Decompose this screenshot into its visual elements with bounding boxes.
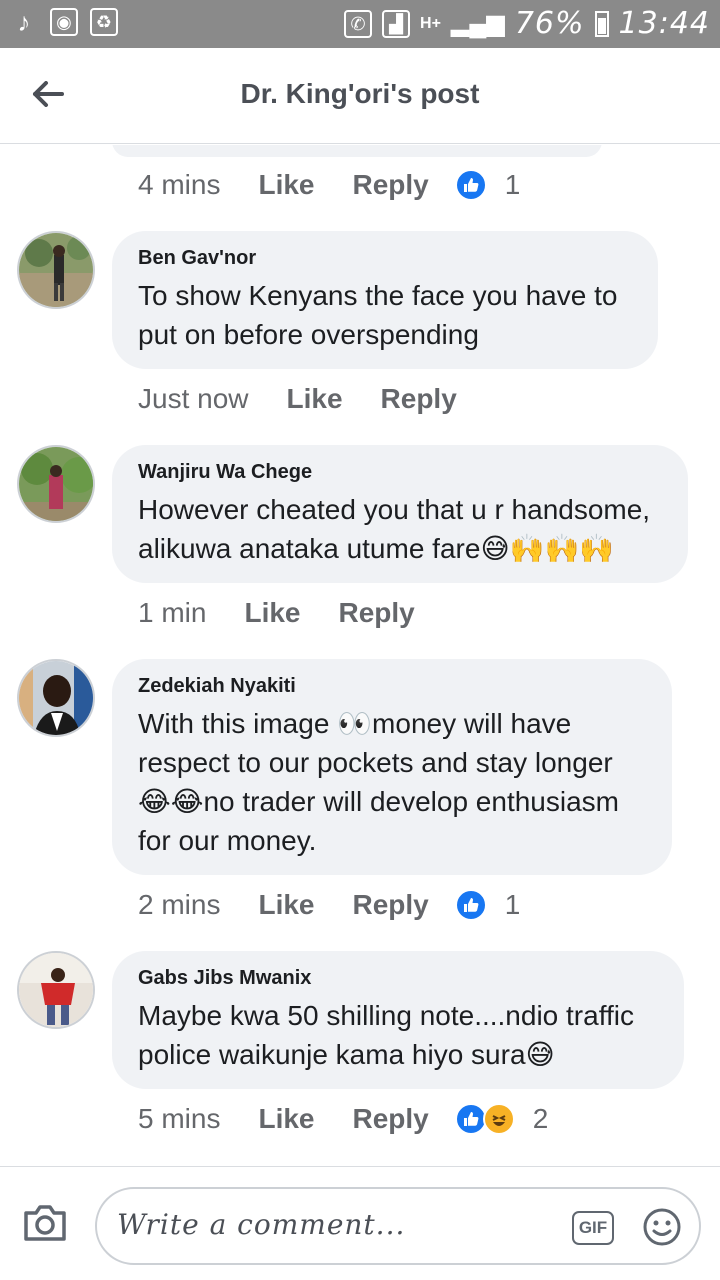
comment-meta: Just now Like Reply (138, 383, 495, 415)
comment-author[interactable]: Wanjiru Wa Chege (138, 461, 662, 484)
header: Dr. King'ori's post (0, 48, 720, 144)
comment-author[interactable]: Ben Gav'nor (138, 247, 632, 270)
comment-text-part: no trader will develop enthusiasm for ou… (138, 786, 619, 856)
camera-icon (24, 1205, 66, 1241)
comment-bubble[interactable]: Ben Gav'nor To show Kenyans the face you… (112, 231, 658, 369)
comment-input[interactable]: Write a comment... GIF (95, 1187, 701, 1265)
comment-author[interactable]: Zedekiah Nyakiti (138, 675, 646, 698)
comment-bubble[interactable]: Gabs Jibs Mwanix Maybe kwa 50 shilling n… (112, 951, 684, 1089)
page-title: Dr. King'ori's post (240, 78, 480, 109)
signal-icon: ▟ (382, 9, 411, 38)
signal-bars-icon: ▂▄▆ (450, 10, 505, 37)
comment-time: 2 mins (138, 889, 221, 920)
battery-percent: 76% (514, 6, 585, 41)
like-button[interactable]: Like (258, 889, 314, 921)
previous-comment-bubble (112, 145, 602, 157)
clock: 13:44 (618, 6, 710, 41)
reply-button[interactable]: Reply (381, 383, 457, 415)
status-bar: ♪ ◉ ♻ ✆ ▟ H+ ▂▄▆ 76% 13:44 (0, 0, 720, 48)
battery-icon (594, 10, 609, 37)
haha-reaction-icon (482, 1103, 515, 1135)
comment-meta: 1 min Like Reply (138, 597, 453, 629)
reactions-summary[interactable]: 1 (454, 889, 521, 921)
comment-time: 1 min (138, 597, 207, 628)
camera-notification-icon: ◉ (50, 8, 78, 36)
like-reaction-icon (454, 889, 487, 921)
comment-meta: 2 mins Like Reply 1 (138, 889, 520, 921)
sweat-smile-emoji: 😅 (525, 1039, 555, 1070)
emoji-button[interactable] (642, 1207, 682, 1247)
avatar[interactable] (17, 231, 95, 309)
reply-button[interactable]: Reply (353, 889, 429, 921)
comment-text: Maybe kwa 50 shilling note....ndio traff… (138, 996, 658, 1074)
recycle-notification-icon: ♻ (90, 8, 118, 36)
reactions-count: 2 (532, 1103, 549, 1134)
like-reaction-icon (454, 1103, 487, 1135)
comment-time: 5 mins (138, 1103, 221, 1134)
comment-time: 4 mins (138, 169, 221, 200)
comment-bubble[interactable]: Zedekiah Nyakiti With this image 👀money … (112, 659, 672, 875)
reactions-summary[interactable]: 2 (454, 1103, 549, 1135)
comment-text: To show Kenyans the face you have to put… (138, 280, 618, 350)
reply-button[interactable]: Reply (339, 597, 415, 629)
joy-emoji: 😂😂 (138, 786, 204, 817)
comment-text-part: With this image (138, 708, 338, 739)
comment-text: With this image 👀money will have respect… (138, 704, 646, 860)
reply-button[interactable]: Reply (353, 169, 429, 201)
comment-text-line: However cheated you that u r handsome, (138, 494, 651, 525)
comments-feed[interactable]: 4 mins Like Reply 1 Ben Gav'nor To show … (0, 145, 720, 1165)
comment-time: Just now (138, 383, 249, 414)
avatar[interactable] (17, 445, 95, 523)
like-reaction-icon (454, 169, 487, 201)
music-note-icon: ♪ (17, 7, 31, 37)
like-button[interactable]: Like (287, 383, 343, 415)
eyes-emoji: 👀 (337, 708, 373, 739)
smiley-icon (643, 1208, 681, 1246)
phone-vibrate-icon: ✆ (344, 9, 373, 38)
gif-button[interactable]: GIF (572, 1211, 614, 1245)
comment-text-part: Maybe kwa 50 shilling note....ndio traff… (138, 1000, 634, 1070)
reactions-count: 1 (504, 889, 521, 920)
like-button[interactable]: Like (258, 169, 314, 201)
previous-comment-meta: 4 mins Like Reply 1 (138, 169, 520, 201)
emoji-sequence: 😅🙌🙌🙌 (480, 533, 615, 564)
camera-button[interactable] (22, 1203, 70, 1247)
comment-composer: Write a comment... GIF (0, 1166, 720, 1280)
reactions-summary[interactable]: 1 (454, 169, 521, 201)
reactions-count: 1 (504, 169, 521, 200)
like-button[interactable]: Like (244, 597, 300, 629)
comment-meta: 5 mins Like Reply 2 (138, 1103, 548, 1135)
comment-author[interactable]: Gabs Jibs Mwanix (138, 967, 658, 990)
reply-button[interactable]: Reply (353, 1103, 429, 1135)
comment-text-line: alikuwa anataka utume fare (138, 533, 481, 564)
like-button[interactable]: Like (258, 1103, 314, 1135)
network-type: H+ (420, 14, 441, 32)
comment-bubble[interactable]: Wanjiru Wa Chege However cheated you tha… (112, 445, 688, 583)
avatar[interactable] (17, 951, 95, 1029)
comment-input-placeholder: Write a comment... (117, 1208, 406, 1241)
comment-text: However cheated you that u r handsome, a… (138, 490, 662, 568)
avatar[interactable] (17, 659, 95, 737)
